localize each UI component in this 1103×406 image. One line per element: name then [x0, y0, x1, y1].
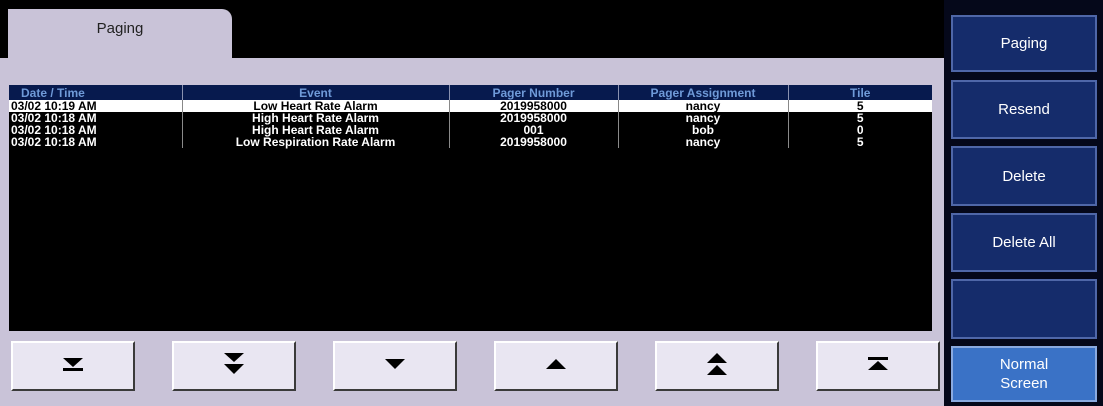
scroll-top-icon: [866, 356, 890, 377]
delete-button[interactable]: Delete: [951, 146, 1097, 206]
arrow-down-icon: [383, 357, 407, 375]
normal-screen-button[interactable]: Normal Screen: [951, 346, 1097, 402]
column-header-event[interactable]: Event: [182, 85, 450, 100]
cell-pager-number: 2019958000: [449, 136, 619, 148]
paging-table: Date / Time Event Pager Number Pager Ass…: [9, 85, 932, 148]
table-row[interactable]: 03/02 10:18 AM High Heart Rate Alarm 001…: [9, 124, 932, 136]
scroll-bottom-icon: [61, 356, 85, 377]
tab-strip: Paging: [0, 0, 944, 59]
column-header-date-time[interactable]: Date / Time: [9, 85, 183, 100]
column-header-pager-assignment[interactable]: Pager Assignment: [618, 85, 789, 100]
line-up-button[interactable]: [494, 341, 618, 391]
delete-all-button[interactable]: Delete All: [951, 213, 1097, 272]
table-header-row: Date / Time Event Pager Number Pager Ass…: [9, 85, 932, 100]
paging-button[interactable]: Paging: [951, 15, 1097, 72]
cell-pager-assignment: nancy: [618, 136, 789, 148]
tab-paging[interactable]: Paging: [8, 9, 232, 59]
table-frame: Date / Time Event Pager Number Pager Ass…: [0, 58, 944, 406]
arrow-up-icon: [544, 357, 568, 375]
scroll-bottom-button[interactable]: [11, 341, 135, 391]
function-sidebar: Paging Resend Delete Delete All Normal S…: [944, 0, 1103, 406]
page-up-button[interactable]: [655, 341, 779, 391]
cell-tile: 5: [856, 135, 864, 149]
resend-button[interactable]: Resend: [951, 80, 1097, 139]
scroll-top-button[interactable]: [816, 341, 940, 391]
empty-button[interactable]: [951, 279, 1097, 339]
cell-event: Low Respiration Rate Alarm: [182, 136, 450, 148]
page-up-icon: [705, 352, 729, 381]
column-header-pager-number[interactable]: Pager Number: [449, 85, 619, 100]
table-row[interactable]: 03/02 10:19 AM Low Heart Rate Alarm 2019…: [9, 100, 932, 112]
page-down-icon: [222, 352, 246, 381]
column-header-tile[interactable]: Tile: [788, 85, 932, 100]
page-down-button[interactable]: [172, 341, 296, 391]
line-down-button[interactable]: [333, 341, 457, 391]
table-row[interactable]: 03/02 10:18 AM Low Respiration Rate Alar…: [9, 136, 932, 148]
normal-screen-label-line1: Normal: [999, 356, 1049, 373]
normal-screen-label-line2: Screen: [1000, 375, 1048, 392]
paging-panel: Paging Date / Time Event Pager Number Pa…: [0, 0, 944, 406]
table-row[interactable]: 03/02 10:18 AM High Heart Rate Alarm 201…: [9, 112, 932, 124]
cell-date-time: 03/02 10:18 AM: [9, 136, 183, 148]
paging-table-area: Date / Time Event Pager Number Pager Ass…: [9, 85, 932, 331]
